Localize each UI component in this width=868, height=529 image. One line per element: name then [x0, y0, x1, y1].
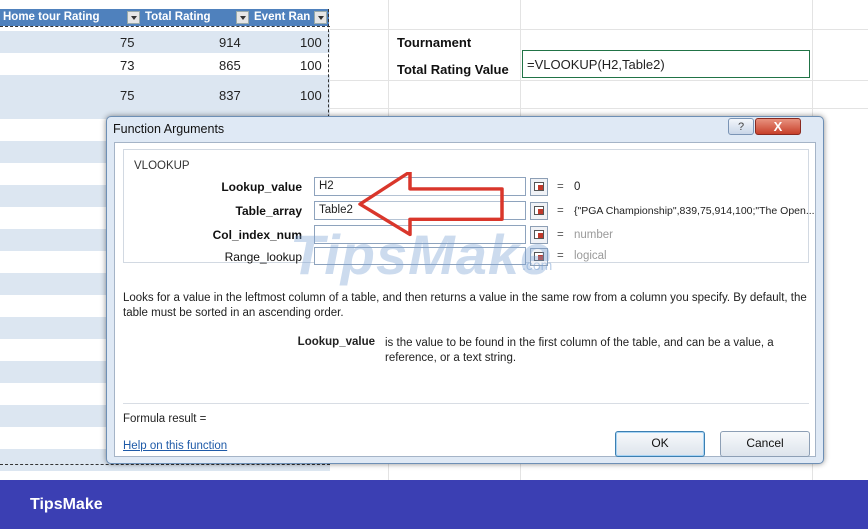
range-select-icon[interactable] — [530, 202, 548, 220]
table-cell[interactable]: 100 — [300, 35, 322, 50]
column-header-total-rating[interactable]: Total Rating — [142, 9, 251, 26]
watermark-suffix: .com — [522, 257, 553, 273]
arg-label-lookup-value: Lookup_value — [221, 180, 302, 194]
table-cell[interactable]: 75 — [120, 88, 134, 103]
column-header-label: Event Ran — [254, 11, 311, 23]
column-header-event-rank[interactable]: Event Ran — [251, 9, 329, 26]
dialog-body: VLOOKUP Lookup_value H2 = 0 Table_array … — [114, 142, 816, 457]
filter-dropdown-icon[interactable] — [314, 11, 327, 24]
table-cell[interactable]: 914 — [219, 35, 241, 50]
copy-selection-border — [0, 464, 330, 465]
help-on-function-link[interactable]: Help on this function — [123, 440, 227, 452]
arg-label-range-lookup: Range_lookup — [224, 250, 302, 264]
equals-sign: = — [557, 205, 564, 217]
tournament-label[interactable]: Tournament — [397, 35, 471, 50]
gridline — [330, 80, 868, 81]
arg-label-col-index-num: Col_index_num — [212, 228, 302, 242]
formula-cell[interactable]: =VLOOKUP(H2,Table2) — [522, 50, 810, 78]
filter-dropdown-icon[interactable] — [236, 11, 249, 24]
footer-brand: TipsMake — [30, 496, 103, 513]
table-cell[interactable]: 73 — [120, 58, 134, 73]
table-row — [0, 53, 330, 75]
table-cell[interactable]: 100 — [300, 88, 322, 103]
cancel-button[interactable]: Cancel — [720, 431, 810, 457]
formula-result-label: Formula result = — [123, 413, 207, 425]
arg-result: logical — [574, 250, 607, 262]
filter-dropdown-icon[interactable] — [127, 11, 140, 24]
table-cell[interactable]: 865 — [219, 58, 241, 73]
column-header-home-tour-rating[interactable]: Home tour Rating — [0, 9, 142, 26]
function-name: VLOOKUP — [134, 160, 190, 172]
total-rating-value-label[interactable]: Total Rating Value — [397, 62, 509, 77]
arg-help-name: Lookup_value — [297, 336, 375, 348]
arg-result: {"PGA Championship",839,75,914,100;"The … — [574, 205, 815, 217]
arg-result: number — [574, 229, 613, 241]
table-cell[interactable]: 837 — [219, 88, 241, 103]
equals-sign: = — [557, 229, 564, 241]
watermark-logo: TipsMake — [290, 223, 553, 286]
table-row-band — [0, 31, 330, 53]
divider — [123, 403, 809, 404]
range-select-icon[interactable] — [530, 178, 548, 196]
function-arguments-dialog: Function Arguments ? X VLOOKUP Lookup_va… — [106, 116, 824, 464]
equals-sign: = — [557, 181, 564, 193]
equals-sign: = — [557, 250, 564, 262]
ok-button[interactable]: OK — [615, 431, 705, 457]
table-cell[interactable]: 75 — [120, 35, 134, 50]
close-button[interactable]: X — [755, 118, 801, 135]
function-description: Looks for a value in the leftmost column… — [123, 292, 807, 319]
gridline — [330, 108, 868, 109]
footer-bar: TipsMake — [0, 480, 868, 529]
copy-selection-border — [0, 26, 330, 27]
arg-help-text: is the value to be found in the first co… — [385, 337, 774, 364]
table-row-band — [0, 75, 330, 97]
gridline — [330, 29, 868, 30]
table-cell[interactable]: 100 — [300, 58, 322, 73]
column-header-label: Total Rating — [145, 11, 211, 23]
arg-label-table-array: Table_array — [235, 204, 303, 218]
dialog-title: Function Arguments — [113, 122, 225, 136]
arg-result: 0 — [574, 181, 581, 193]
column-header-label: Home tour Rating — [3, 11, 100, 23]
help-button[interactable]: ? — [728, 118, 754, 135]
